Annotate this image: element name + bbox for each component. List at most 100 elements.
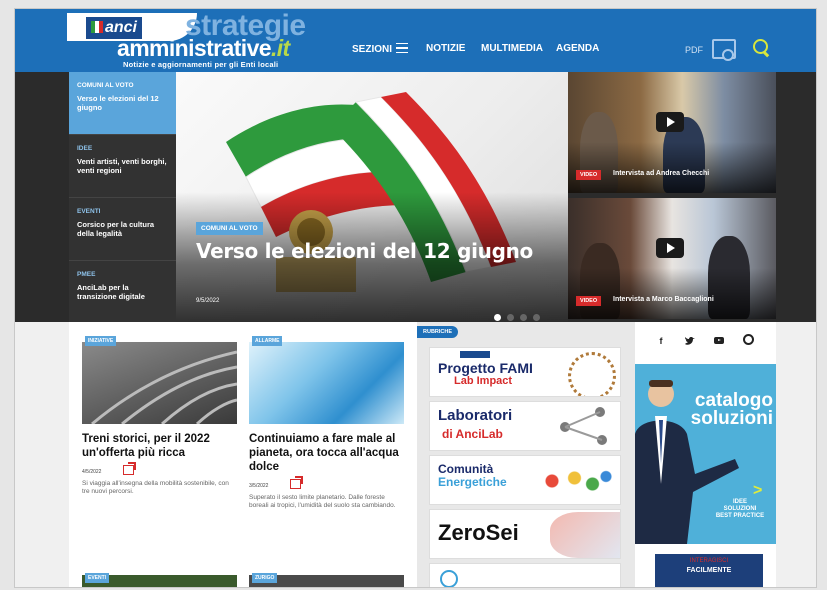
hero-category-badge[interactable]: COMUNI AL VOTO (196, 222, 263, 235)
rubrica-fami[interactable]: Progetto FAMI Lab Impact (429, 347, 621, 397)
logo-amministrative: amministrative.it (117, 35, 290, 62)
side-menu-title: Corsico per la cultura della legalità (77, 220, 155, 238)
logo-tagline: Notizie e aggiornamenti per gli Enti loc… (123, 60, 279, 69)
rubrica-5[interactable] (429, 563, 621, 587)
article-summary: Superato il sesto limite planetario. Dal… (249, 494, 396, 509)
lower-right-gutter (776, 322, 816, 587)
side-menu-item-3[interactable]: EVENTI Corsico per la cultura della lega… (69, 198, 176, 261)
chevron-right-icon: > (753, 482, 763, 499)
search-icon[interactable] (753, 39, 768, 54)
rubrica-title: Progetto FAMI (438, 360, 533, 376)
site-header: > anci strategie amministrative.it Notiz… (15, 9, 816, 72)
eu-flag-icon (460, 351, 490, 358)
catalogo-title-line2: soluzioni (690, 408, 773, 429)
side-menu-item-1[interactable]: COMUNI AL VOTO Verso le elezioni del 12 … (69, 72, 176, 135)
anci-text: anci (104, 19, 137, 36)
video-tag: VIDEO (576, 296, 602, 306)
article-image-rails[interactable] (82, 342, 237, 424)
article-card-4[interactable]: ZURIGO (249, 573, 404, 587)
nav-notizie[interactable]: NOTIZIE (426, 43, 465, 54)
play-icon[interactable] (656, 112, 684, 132)
youtube-icon[interactable] (711, 333, 727, 349)
catalogo-sub-line: BEST PRACTICE (715, 513, 765, 519)
circle-logo-icon (440, 570, 458, 587)
rubrica-title: Laboratori (438, 407, 513, 424)
share-icon[interactable] (290, 476, 304, 489)
side-menu-title: AnciLab per la transizione digitale (77, 283, 145, 301)
side-menu-category: PMEE (77, 271, 96, 278)
flag-icon (90, 21, 103, 33)
rails-illustration (91, 350, 237, 424)
rubrica-comunita-energetiche[interactable]: Comunità Energetiche (429, 455, 621, 505)
catalogo-sub-line: SOLUZIONI (723, 506, 757, 512)
catalogo-title: catalogo soluzioni (665, 391, 773, 429)
article-title[interactable]: Continuiamo a fare male al pianeta, ora … (249, 432, 404, 474)
side-menu-item-2[interactable]: IDEE Venti artisti, venti borghi, venti … (69, 135, 176, 198)
interagisci-title: INTERAGISCI (689, 558, 729, 564)
child-photo (550, 512, 620, 558)
article-card-1[interactable]: INIZIATIVE Treni storici, per il 2022 un… (82, 336, 237, 496)
hero-left-gutter (15, 72, 69, 322)
article-meta: 3/5/2022 (249, 476, 404, 489)
video-caption[interactable]: Intervista a Marco Baccaglioni (613, 296, 714, 303)
carousel-dot[interactable] (520, 314, 527, 321)
pdf-label[interactable]: PDF (685, 45, 703, 55)
rubrica-subtitle: Energetiche (438, 475, 507, 489)
article-image-water[interactable] (249, 342, 404, 424)
colorful-splash-graphic (525, 466, 615, 496)
rubrica-subtitle: Lab Impact (454, 375, 513, 387)
catalogo-soluzioni-banner[interactable]: catalogo soluzioni > IDEE SOLUZIONI BEST PR… (635, 364, 776, 544)
catalogo-sub-line: IDEE (732, 499, 747, 505)
article-category-badge[interactable]: ALLARME (252, 336, 283, 346)
rubrica-zerosei[interactable]: ZeroSei (429, 509, 621, 559)
lower-left-gutter (15, 322, 69, 587)
nav-multimedia[interactable]: MULTIMEDIA (481, 43, 543, 54)
article-card-3[interactable]: EVENTI (82, 573, 237, 587)
side-menu-title: Verso le elezioni del 12 giugno (77, 94, 159, 112)
rubrica-subtitle: di AnciLab (442, 427, 503, 441)
side-menu-category: EVENTI (77, 208, 101, 215)
side-menu-item-4[interactable]: PMEE AnciLab per la transizione digitale (69, 261, 176, 323)
carousel-dot[interactable] (507, 314, 514, 321)
video-tag: VIDEO (576, 170, 602, 180)
hero-slide[interactable]: COMUNI AL VOTO Verso le elezioni del 12 … (176, 72, 568, 322)
article-card-2[interactable]: ALLARME Continuiamo a fare male al piane… (249, 336, 404, 510)
magazine-icon[interactable] (712, 39, 736, 61)
interagisci-banner[interactable]: INTERAGISCI FACILMENTE (655, 554, 763, 587)
article-title[interactable]: Treni storici, per il 2022 un'offerta pi… (82, 432, 237, 460)
video-shade (568, 268, 776, 319)
play-icon[interactable] (656, 238, 684, 258)
site-logo[interactable]: > anci strategie amministrative.it Notiz… (67, 9, 337, 69)
article-category-badge[interactable]: INIZIATIVE (85, 336, 117, 346)
carousel-dot[interactable] (533, 314, 540, 321)
rubriche-label: RUBRICHE (417, 326, 459, 338)
carousel-dots (494, 308, 546, 322)
network-share-icon (560, 407, 607, 445)
hero-date: 9/5/2022 (196, 298, 220, 304)
nav-agenda[interactable]: AGENDA (556, 43, 599, 54)
logo-amministrative-text: amministrative (117, 35, 272, 61)
rubrica-laboratori[interactable]: Laboratori di AnciLab (429, 401, 621, 451)
video-card-2[interactable]: VIDEO Intervista a Marco Baccaglioni (568, 198, 776, 319)
twitter-icon[interactable] (682, 333, 698, 349)
video-card-1[interactable]: VIDEO Intervista ad Andrea Checchi (568, 72, 776, 193)
video-shade (568, 142, 776, 193)
nav-sezioni[interactable]: SEZIONI (352, 43, 409, 55)
dots-ring-graphic (568, 352, 616, 396)
article-date: 3/5/2022 (249, 483, 269, 489)
hero-title[interactable]: Verso le elezioni del 12 giugno (196, 240, 536, 262)
carousel-dot[interactable] (494, 314, 501, 321)
side-menu-category: IDEE (77, 145, 93, 152)
logo-suffix: .it (270, 35, 290, 61)
video-caption[interactable]: Intervista ad Andrea Checchi (613, 170, 709, 177)
article-category-badge[interactable]: EVENTI (85, 573, 110, 583)
share-icon[interactable] (123, 462, 137, 475)
logo-arrow-icon: > (69, 21, 79, 38)
instagram-icon[interactable] (740, 333, 756, 349)
side-menu-category: COMUNI AL VOTO (77, 82, 134, 89)
interagisci-subtitle: FACILMENTE (686, 567, 732, 574)
catalogo-subtitle: IDEE SOLUZIONI BEST PRACTICE (705, 499, 775, 520)
facebook-icon[interactable]: f (653, 333, 669, 349)
article-meta: 4/5/2022 (82, 462, 237, 475)
article-category-badge[interactable]: ZURIGO (252, 573, 278, 583)
